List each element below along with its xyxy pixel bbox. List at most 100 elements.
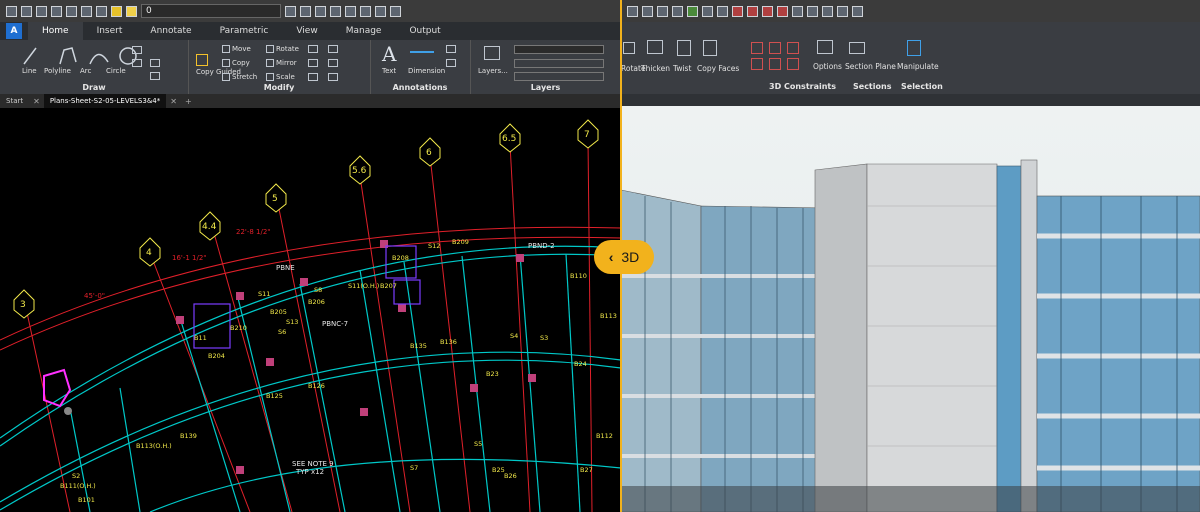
orbit-icon[interactable] xyxy=(642,5,653,17)
polyline-tool[interactable]: Polyline xyxy=(44,67,71,75)
erase-icon[interactable] xyxy=(328,45,338,53)
mirror-tool[interactable]: Mirror xyxy=(276,59,297,67)
layer-state-icons[interactable] xyxy=(514,59,604,68)
thicken-tool[interactable]: Thicken xyxy=(641,64,670,73)
polygon-icon[interactable] xyxy=(150,72,160,80)
layers-tool[interactable]: Layers... xyxy=(478,67,508,75)
tab-manage[interactable]: Manage xyxy=(332,22,396,40)
compare-slider-handle[interactable]: ‹ 3D xyxy=(594,240,654,274)
text-tool-icon[interactable]: A xyxy=(382,42,396,66)
layers-icon[interactable] xyxy=(717,5,728,17)
save-icon[interactable] xyxy=(36,5,47,17)
table-icon[interactable] xyxy=(446,59,456,67)
layer-tools-icons[interactable] xyxy=(514,72,604,81)
hatch-icon[interactable] xyxy=(150,59,160,67)
dimension-tool-icon[interactable] xyxy=(410,51,434,53)
view-cube-icon[interactable] xyxy=(627,5,638,17)
manipulate-icon[interactable] xyxy=(907,40,921,56)
new-file-icon[interactable] xyxy=(6,5,17,17)
tab-output[interactable]: Output xyxy=(395,22,454,40)
array-icon[interactable] xyxy=(328,59,338,67)
dimension-tool[interactable]: Dimension xyxy=(408,67,445,75)
copy-guided-icon[interactable] xyxy=(196,54,208,66)
text-tool[interactable]: Text xyxy=(382,67,396,75)
bim-3d-pane[interactable]: Rotate Thicken Twist Copy Faces Options … xyxy=(621,0,1200,512)
layer-tool3-icon[interactable] xyxy=(315,5,326,17)
explode-icon[interactable] xyxy=(328,73,338,81)
rectangle-icon[interactable] xyxy=(132,46,142,54)
section-plane-tool[interactable]: Section Plane xyxy=(845,62,896,71)
constraint-icon[interactable] xyxy=(769,42,781,54)
circle-tool[interactable]: Circle xyxy=(106,67,126,75)
constraint-icon[interactable] xyxy=(751,58,763,70)
layer-dropdown[interactable] xyxy=(514,45,604,54)
match-icon[interactable] xyxy=(360,5,371,17)
layer-tool2-icon[interactable] xyxy=(300,5,311,17)
copy-faces-icon[interactable] xyxy=(703,40,717,56)
leader-icon[interactable] xyxy=(446,45,456,53)
constraint-icon[interactable] xyxy=(751,42,763,54)
cad-drawing[interactable]: 3 4 4.4 5 5.6 6 6.5 7 PBNE PBND-2 PBNC-7… xyxy=(0,108,621,512)
building-viewport[interactable] xyxy=(621,106,1200,512)
manipulate-tool[interactable]: Manipulate xyxy=(897,62,939,71)
mirror-icon[interactable] xyxy=(266,59,274,67)
rotate-tool[interactable]: Rotate xyxy=(276,45,299,53)
save-as-icon[interactable] xyxy=(51,5,62,17)
print-icon[interactable] xyxy=(66,5,77,17)
app-logo-icon[interactable]: A xyxy=(6,23,22,39)
rotate-icon[interactable] xyxy=(266,45,274,53)
ellipse-icon[interactable] xyxy=(132,59,142,67)
copy-faces-tool[interactable]: Copy Faces xyxy=(697,64,739,73)
tab-home[interactable]: Home xyxy=(28,22,83,40)
arc-tool[interactable]: Arc xyxy=(80,67,91,75)
trim-icon[interactable] xyxy=(308,45,318,53)
render-icon[interactable] xyxy=(687,5,698,17)
scale-tool[interactable]: Scale xyxy=(276,73,295,81)
layer-tool-icon[interactable] xyxy=(285,5,296,17)
move-tool[interactable]: Move xyxy=(232,45,251,53)
options-tool[interactable]: Options xyxy=(813,62,842,71)
move-icon[interactable] xyxy=(222,45,230,53)
rotate-3d-icon[interactable] xyxy=(623,42,635,54)
undo-icon[interactable] xyxy=(81,5,92,17)
tab-parametric[interactable]: Parametric xyxy=(206,22,283,40)
tab-insert[interactable]: Insert xyxy=(83,22,137,40)
layer-combo[interactable]: 0 xyxy=(141,4,281,18)
close-icon[interactable]: ✕ xyxy=(166,97,181,106)
stretch-tool[interactable]: Stretch xyxy=(232,73,257,81)
doc-tab-active[interactable]: Plans-Sheet-S2-05-LEVELS3&4* xyxy=(43,94,167,108)
scale-icon[interactable] xyxy=(266,73,274,81)
polar-icon[interactable] xyxy=(762,5,773,17)
bulb-icon[interactable] xyxy=(111,5,122,17)
stretch-icon[interactable] xyxy=(222,73,230,81)
tab-annotate[interactable]: Annotate xyxy=(136,22,205,40)
pan-icon[interactable] xyxy=(657,5,668,17)
offset-icon[interactable] xyxy=(308,73,318,81)
redo-icon[interactable] xyxy=(96,5,107,17)
zoom-icon[interactable] xyxy=(672,5,683,17)
tracking-icon[interactable] xyxy=(777,5,788,17)
twist-tool[interactable]: Twist xyxy=(673,64,691,73)
properties-icon[interactable] xyxy=(345,5,356,17)
doc-tab-start[interactable]: Start xyxy=(0,94,29,108)
add-tab-icon[interactable]: + xyxy=(181,97,196,106)
options-gear-icon[interactable] xyxy=(817,40,833,54)
settings-icon[interactable] xyxy=(852,5,863,17)
ortho-icon[interactable] xyxy=(822,5,833,17)
sun-icon[interactable] xyxy=(126,5,137,17)
grid-icon[interactable] xyxy=(807,5,818,17)
tab-view[interactable]: View xyxy=(282,22,331,40)
object-snap-icon[interactable] xyxy=(747,5,758,17)
layers-manager-icon[interactable] xyxy=(484,46,500,60)
cad-2d-pane[interactable]: 0 A Home Insert Annotate Parametric View… xyxy=(0,0,621,512)
constraint-icon[interactable] xyxy=(787,42,799,54)
walk-icon[interactable] xyxy=(702,5,713,17)
twist-icon[interactable] xyxy=(677,40,691,56)
copy-tool[interactable]: Copy xyxy=(232,59,250,67)
copy-icon[interactable] xyxy=(222,59,230,67)
line-tool[interactable]: Line xyxy=(22,67,37,75)
constraint-icon[interactable] xyxy=(769,58,781,70)
open-file-icon[interactable] xyxy=(21,5,32,17)
workspace-icon[interactable] xyxy=(837,5,848,17)
fillet-icon[interactable] xyxy=(308,59,318,67)
